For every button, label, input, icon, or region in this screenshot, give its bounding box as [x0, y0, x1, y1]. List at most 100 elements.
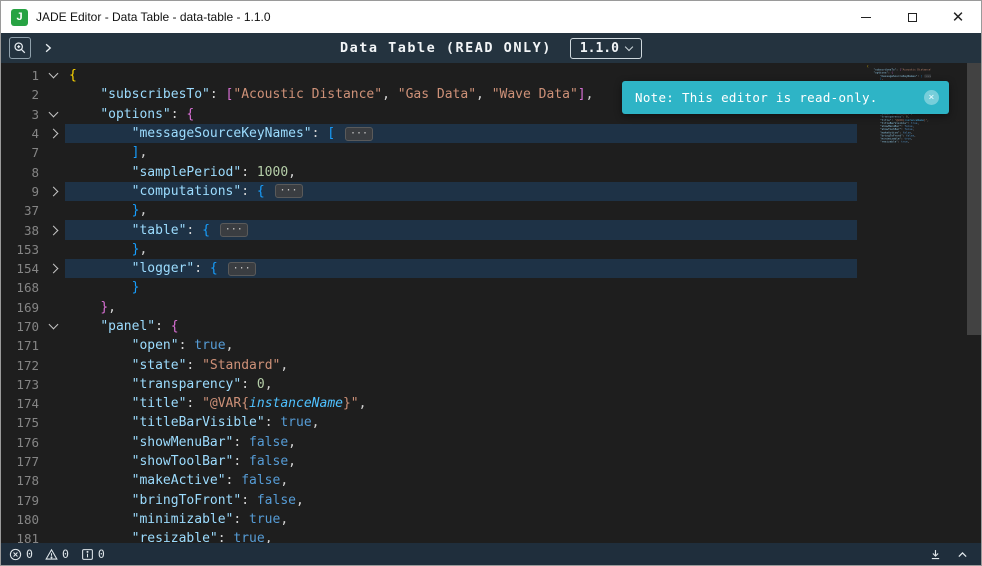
code-token: ,	[288, 164, 296, 180]
fold-collapsed-icon[interactable]	[48, 225, 58, 235]
code-line[interactable]: 8 "samplePeriod": 1000,	[1, 162, 857, 181]
collapse-panel-button[interactable]	[956, 548, 969, 561]
scrollbar-thumb[interactable]	[967, 63, 981, 335]
code-line[interactable]: 174 "title": "@VAR{instanceName}",	[1, 394, 857, 413]
code-line[interactable]: 37 },	[1, 201, 857, 220]
code-line[interactable]: 175 "titleBarVisible": true,	[1, 413, 857, 432]
scroll-to-bottom-button[interactable]	[929, 548, 942, 561]
code-token: :	[264, 415, 281, 431]
code-line[interactable]: 7 ],	[1, 143, 857, 162]
line-content: "messageSourceKeyNames": [ ···	[65, 123, 857, 144]
code-token: :	[241, 492, 257, 508]
code-line[interactable]: 181 "resizable": true,	[1, 529, 857, 543]
fold-expanded-icon[interactable]	[48, 107, 58, 118]
code-token: true	[249, 511, 281, 527]
toast-close-icon[interactable]: ×	[924, 90, 939, 105]
line-number: 171	[16, 338, 39, 354]
line-content: "computations": { ···	[65, 181, 857, 202]
fold-gutter	[41, 319, 65, 330]
code-line[interactable]: 169 },	[1, 298, 857, 317]
line-content: ],	[65, 143, 857, 162]
code-line[interactable]: 153 },	[1, 240, 857, 259]
code-line[interactable]: 176 "showMenuBar": false,	[1, 433, 857, 452]
code-line[interactable]: 173 "transparency": 0,	[1, 375, 857, 394]
code-line[interactable]: 172 "state": "Standard",	[1, 355, 857, 374]
code-token: ,	[108, 299, 116, 315]
code-token: "title"	[131, 396, 187, 412]
fold-collapsed-icon[interactable]	[48, 128, 58, 139]
line-content: },	[65, 201, 857, 220]
fold-expanded-icon[interactable]	[48, 68, 58, 79]
code-token: "subscribesTo"	[100, 87, 210, 103]
code-token: :	[186, 222, 203, 238]
warning-icon	[45, 548, 58, 560]
code-token: ]	[577, 87, 586, 103]
code-token: "logger"	[131, 261, 195, 277]
line-content: "showMenuBar": false,	[65, 433, 857, 452]
line-content: "logger": { ···	[65, 258, 857, 279]
code-token: {	[69, 68, 77, 84]
line-content: "bringToFront": false,	[65, 491, 857, 510]
code-line[interactable]: 168 }	[1, 278, 857, 297]
code-token: ···	[344, 126, 374, 141]
problems-warnings[interactable]: 0	[45, 547, 69, 561]
code-token: ,	[288, 454, 296, 470]
expand-button[interactable]	[37, 37, 59, 59]
fold-gutter	[41, 107, 65, 118]
fold-gutter	[41, 186, 65, 197]
code-token: ,	[280, 473, 289, 489]
code-token: {	[186, 106, 195, 122]
maximize-button[interactable]	[889, 1, 935, 33]
line-number: 4	[31, 126, 39, 142]
code-line[interactable]: 180 "minimizable": true,	[1, 510, 857, 529]
line-number: 38	[23, 222, 39, 238]
code-line[interactable]: 4 "messageSourceKeyNames": [ ···	[1, 123, 857, 144]
problems-errors[interactable]: 0	[9, 547, 33, 561]
fold-collapsed-icon[interactable]	[48, 186, 58, 197]
code-line[interactable]: 178 "makeActive": false,	[1, 471, 857, 490]
code-token: ,	[585, 87, 594, 103]
zoom-button[interactable]	[9, 37, 31, 59]
code-token: "titleBarVisible"	[131, 415, 265, 431]
window-title: JADE Editor - Data Table - data-table - …	[36, 10, 271, 24]
chevron-right-icon	[45, 43, 52, 53]
code-line[interactable]: 154 "logger": { ···	[1, 258, 857, 279]
code-token: :	[178, 338, 195, 354]
code-token: :	[155, 319, 171, 334]
code-token: instanceName	[249, 396, 343, 412]
code-token: :	[233, 434, 250, 450]
code-token: :	[241, 164, 257, 180]
code-token: ,	[280, 357, 289, 373]
code-token: ···	[219, 223, 248, 238]
code-token: "open"	[131, 338, 179, 354]
version-dropdown[interactable]: 1.1.0	[569, 37, 642, 59]
line-content: "panel": {	[65, 317, 857, 336]
code-line[interactable]: 170 "panel": {	[1, 317, 857, 336]
code-token: :	[311, 126, 328, 142]
code-token: "resizable"	[131, 531, 218, 543]
fold-collapsed-icon[interactable]	[48, 263, 58, 274]
vertical-scrollbar[interactable]	[967, 63, 981, 543]
line-content: "open": true,	[65, 336, 857, 355]
code-line[interactable]: 171 "open": true,	[1, 336, 857, 355]
fold-expanded-icon[interactable]	[48, 319, 58, 330]
code-line[interactable]: 9 "computations": { ···	[1, 181, 857, 202]
code-editor[interactable]: 1{2 "subscribesTo": ["Acoustic Distance"…	[1, 63, 981, 543]
line-content: "title": "@VAR{instanceName}",	[65, 394, 857, 413]
code-token: "state"	[131, 357, 187, 373]
minimize-button[interactable]	[843, 1, 889, 33]
code-line[interactable]: 38 "table": { ···	[1, 220, 857, 240]
code-line[interactable]: 177 "showToolBar": false,	[1, 452, 857, 471]
code-line[interactable]: 179 "bringToFront": false,	[1, 491, 857, 510]
problems-infos[interactable]: 0	[81, 547, 105, 561]
fold-gutter	[41, 68, 65, 79]
close-button[interactable]: ✕	[935, 1, 981, 33]
